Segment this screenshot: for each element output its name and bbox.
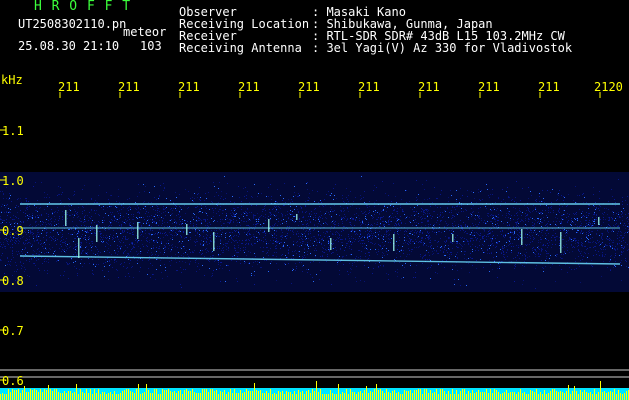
meteor-ping — [521, 229, 523, 245]
info-value-antenna: : 3el Yagi(V) Az 330 for Vladivostok — [312, 41, 573, 55]
meteor-ping — [96, 225, 98, 242]
time-tick-label: 211 — [118, 80, 140, 94]
time-tick-label: 211 — [298, 80, 320, 94]
meteor-ping — [213, 232, 215, 251]
meteor-ping — [268, 219, 270, 232]
time-tick-label: 211 — [418, 80, 440, 94]
freq-tick-label: 0.7 — [2, 324, 24, 338]
meteor-ping — [598, 217, 600, 225]
noise-band — [0, 172, 629, 292]
freq-tick-label: 1.1 — [2, 124, 24, 138]
meteor-ping — [78, 238, 80, 258]
time-tick-label: 211 — [358, 80, 380, 94]
meteor-ping — [560, 232, 562, 253]
meteor-ping — [186, 224, 188, 235]
filename-label: UT2508302110.pn — [18, 17, 127, 31]
datetime-label: 25.08.30 21:10 — [18, 39, 120, 53]
observation-type: meteor — [123, 25, 167, 39]
time-tick-label: 211 — [238, 80, 260, 94]
spectrogram-canvas — [0, 0, 629, 400]
freq-tick-label: 0.9 — [2, 224, 24, 238]
freq-tick-label: 0.8 — [2, 274, 24, 288]
meteor-ping — [393, 234, 395, 251]
meteor-ping — [330, 238, 332, 250]
meteor-ping — [452, 234, 454, 242]
count-label: 103 — [140, 39, 162, 53]
hrofft-logo: H R O F F T — [34, 0, 132, 14]
freq-tick-label: 0.6 — [2, 374, 24, 388]
info-label-antenna: Receiving Antenna — [179, 41, 302, 55]
meteor-ping — [296, 214, 298, 220]
meteor-ping — [137, 222, 139, 239]
freq-unit-label: kHz — [1, 73, 23, 87]
time-tick-label: 211 — [178, 80, 200, 94]
freq-tick-label: 1.0 — [2, 174, 24, 188]
time-tick-label: 211 — [58, 80, 80, 94]
meteor-ping — [65, 210, 67, 226]
time-tick-label: 211 — [538, 80, 560, 94]
time-tick-label: 2120 — [594, 80, 623, 94]
time-tick-label: 211 — [478, 80, 500, 94]
